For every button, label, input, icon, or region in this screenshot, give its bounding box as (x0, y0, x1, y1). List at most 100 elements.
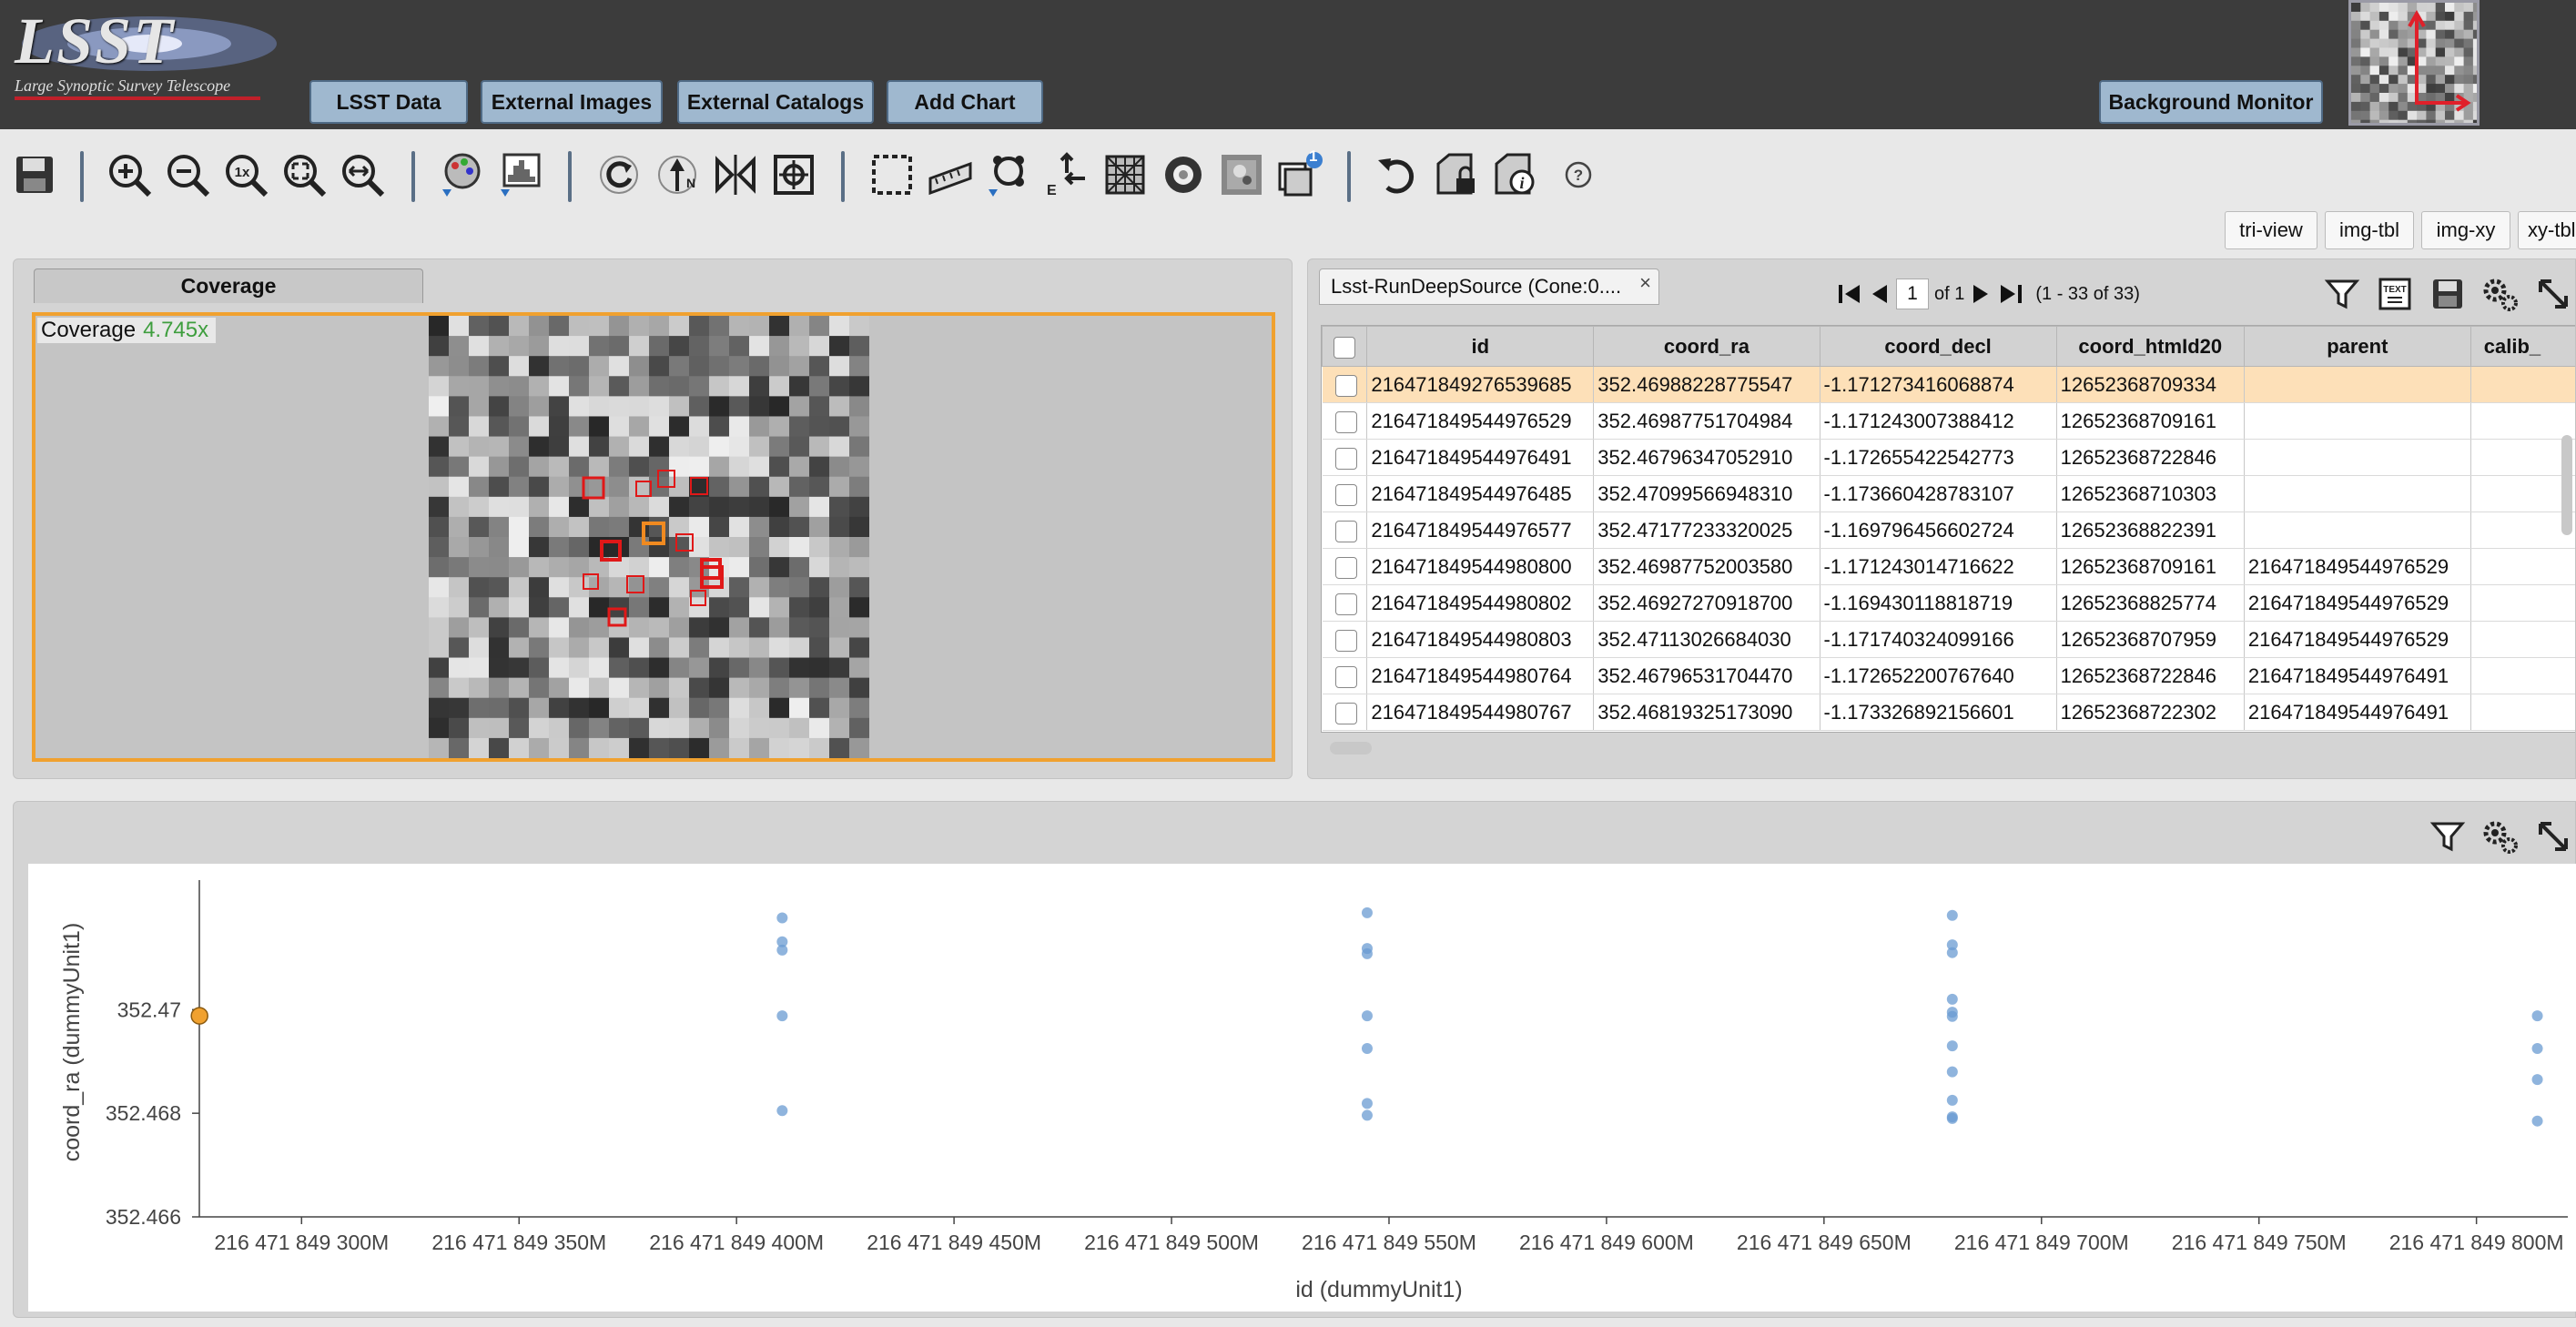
image-thumbnail[interactable] (2348, 0, 2480, 126)
scatter-point (1946, 993, 1958, 1005)
close-icon[interactable]: × (1639, 271, 1651, 295)
markers-icon[interactable] (983, 149, 1034, 200)
table-row[interactable]: 216471849544976485 352.47099566948310 -1.1… (1322, 475, 2575, 512)
scatter-chart[interactable]: 216 471 849 300M 216 471 849 350M 216 471 … (28, 864, 2576, 1312)
filter-icon[interactable] (2320, 272, 2364, 316)
table-row[interactable]: 216471849544980802 352.46927270918700 -1.1… (1322, 584, 2575, 622)
next-page-icon[interactable] (1970, 281, 1992, 307)
row-checkbox[interactable] (1322, 584, 1368, 622)
select-area-icon[interactable] (867, 149, 918, 200)
image-select-icon[interactable] (1216, 149, 1267, 200)
cell-coord-htmid20: 12652368722846 (2056, 439, 2245, 476)
stretch-icon[interactable] (495, 149, 546, 200)
cell-coord-htmid20: 12652368707959 (2056, 621, 2245, 658)
row-checkbox[interactable] (1322, 657, 1368, 694)
save-icon[interactable] (9, 149, 60, 200)
table-row[interactable]: 216471849276539685 352.46988228775547 -1.1… (1322, 366, 2575, 403)
image-info-icon[interactable]: i (1489, 149, 1540, 200)
scatter-point (1361, 1098, 1373, 1109)
img-tbl-button[interactable]: img-tbl (2325, 211, 2414, 249)
coverage-image[interactable] (429, 316, 869, 758)
horizontal-scrollbar[interactable] (1330, 742, 1372, 755)
undo-icon[interactable] (1373, 149, 1424, 200)
row-checkbox[interactable] (1322, 475, 1368, 512)
column-header-coord-htmid20[interactable]: coord_htmId20 (2055, 326, 2245, 367)
table-row[interactable]: 216471849544980767 352.46819325173090 -1.1… (1322, 694, 2575, 731)
lsst-data-button[interactable]: LSST Data (309, 80, 468, 124)
table-row[interactable]: 216471849544980803 352.47113026684030 -1.1… (1322, 621, 2575, 658)
scatter-plot[interactable]: 216 471 849 300M 216 471 849 350M 216 471 … (28, 864, 2576, 1312)
row-checkbox[interactable] (1322, 512, 1368, 549)
tab-lsst-rundeepsource[interactable]: Lsst-RunDeepSource (Cone:0.... × (1319, 268, 1659, 305)
column-header-coord-ra[interactable]: coord_ra (1593, 326, 1820, 367)
row-checkbox[interactable] (1322, 366, 1368, 403)
chart-toolbar (2426, 815, 2575, 860)
row-checkbox[interactable] (1322, 402, 1368, 440)
toolbar-separator (841, 151, 845, 202)
external-catalogs-button[interactable]: External Catalogs (677, 80, 874, 124)
column-header-id[interactable]: id (1366, 326, 1595, 367)
chart-expand-icon[interactable] (2531, 815, 2575, 858)
data-table[interactable]: id coord_ra coord_decl coord_htmId20 par… (1321, 325, 2575, 733)
image-toolbar: 1x N E 1 i ? (0, 129, 2576, 228)
zoom-fit-icon[interactable] (279, 149, 330, 200)
zoom-fill-icon[interactable] (337, 149, 388, 200)
flip-icon[interactable] (710, 149, 761, 200)
x-tick-label: 216 471 849 300M (214, 1231, 389, 1254)
zoom-1x-icon[interactable]: 1x (220, 149, 271, 200)
toolbar-separator (568, 151, 572, 202)
tri-view-button[interactable]: tri-view (2225, 211, 2317, 249)
table-row[interactable]: 216471849544976577 352.47177233320025 -1.1… (1322, 512, 2575, 549)
chart-filter-icon[interactable] (2426, 815, 2470, 858)
external-images-button[interactable]: External Images (481, 80, 663, 124)
table-row[interactable]: 216471849544976491 352.46796347052910 -1.1… (1322, 439, 2575, 476)
coverage-viewer[interactable]: Coverage 4.745x (32, 312, 1275, 762)
zoom-out-icon[interactable] (162, 149, 213, 200)
xy-tbl-button[interactable]: xy-tbl (2518, 211, 2576, 249)
help-icon[interactable]: ? (1553, 149, 1604, 200)
table-row[interactable]: 216471849544980800 352.46987752003580 -1.1… (1322, 548, 2575, 585)
center-target-icon[interactable] (768, 149, 819, 200)
x-tick-label: 216 471 849 600M (1519, 1231, 1694, 1254)
column-header-parent[interactable]: parent (2243, 326, 2471, 367)
zoom-in-icon[interactable] (104, 149, 155, 200)
north-arrow-icon[interactable]: N (652, 149, 703, 200)
last-page-icon[interactable] (1997, 281, 2024, 307)
save-table-icon[interactable] (2426, 272, 2470, 316)
vertical-scrollbar[interactable] (2561, 435, 2572, 535)
cell-calib (2470, 657, 2575, 694)
cell-coord-ra: 352.46796531704470 (1593, 657, 1820, 694)
lock-icon[interactable] (1431, 149, 1482, 200)
column-header-calib[interactable]: calib_ (2470, 326, 2575, 367)
row-checkbox[interactable] (1322, 439, 1368, 476)
page-number-input[interactable]: 1 (1896, 279, 1929, 309)
chart-settings-icon[interactable] (2479, 815, 2522, 858)
color-palette-icon[interactable] (437, 149, 488, 200)
grid-icon[interactable] (1100, 149, 1151, 200)
row-checkbox[interactable] (1322, 548, 1368, 585)
row-checkbox[interactable] (1322, 694, 1368, 731)
add-chart-button[interactable]: Add Chart (887, 80, 1043, 124)
img-xy-button[interactable]: img-xy (2421, 211, 2510, 249)
layers-icon[interactable]: 1 (1274, 147, 1325, 200)
column-header-coord-decl[interactable]: coord_decl (1819, 326, 2057, 367)
table-settings-icon[interactable] (2479, 272, 2522, 316)
cell-calib (2470, 548, 2575, 585)
expand-icon[interactable] (2531, 272, 2575, 316)
lsst-logo: LSST Large Synoptic Survey Telescope (5, 4, 295, 102)
text-view-icon[interactable]: TEXT (2373, 272, 2417, 316)
tab-coverage[interactable]: Coverage (34, 268, 423, 303)
row-checkbox[interactable] (1322, 621, 1368, 658)
background-monitor-button[interactable]: Background Monitor (2099, 80, 2323, 124)
previous-page-icon[interactable] (1869, 281, 1891, 307)
table-row[interactable]: 216471849544976529 352.46987751704984 -1.1… (1322, 402, 2575, 440)
toolbar-separator (1347, 151, 1351, 202)
rotate-icon[interactable] (593, 149, 644, 200)
select-all-checkbox[interactable] (1322, 326, 1368, 367)
table-row[interactable]: 216471849544980764 352.46796531704470 -1.1… (1322, 657, 2575, 694)
mask-icon[interactable] (1158, 149, 1209, 200)
distance-tool-icon[interactable] (925, 149, 976, 200)
first-page-icon[interactable] (1836, 281, 1863, 307)
layers-arrow-icon[interactable]: E (1041, 149, 1092, 200)
coverage-label: Coverage (41, 318, 137, 342)
